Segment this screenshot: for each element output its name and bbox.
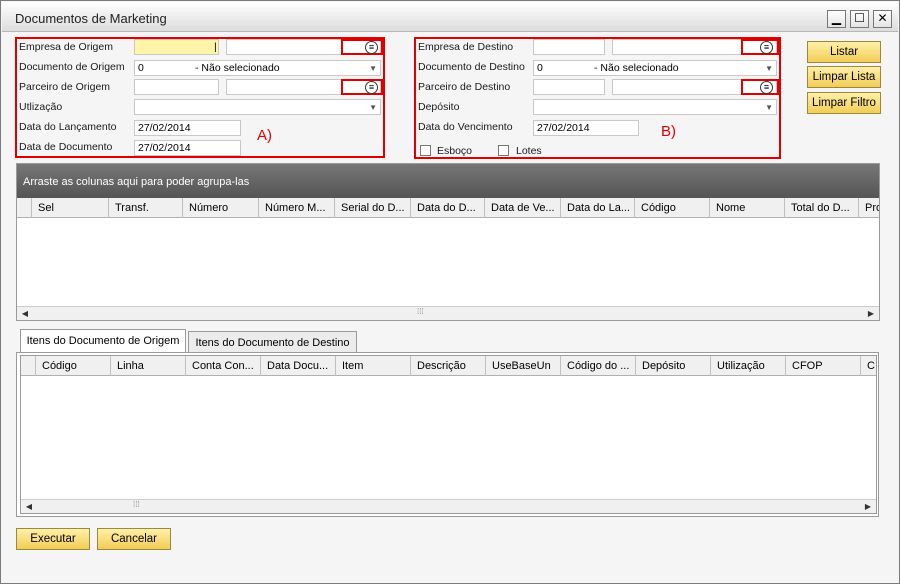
column-header[interactable]: Depósito — [636, 356, 711, 376]
limpar-filtro-button[interactable]: Limpar Filtro — [807, 92, 881, 114]
row-selector-header — [21, 356, 36, 376]
group-by-area[interactable]: Arraste as colunas aqui para poder agrup… — [17, 164, 879, 198]
column-header[interactable]: Data de Ve... — [485, 198, 561, 218]
column-header[interactable]: Total do D... — [785, 198, 859, 218]
section-b-marker: B) — [661, 123, 676, 140]
documento-origem-label: Documento de Origem — [19, 61, 125, 73]
esboco-checkbox[interactable] — [420, 145, 431, 156]
esboco-label: Esboço — [437, 145, 473, 157]
column-header[interactable]: Transf. — [109, 198, 183, 218]
minimize-button[interactable]: ▁ — [827, 10, 846, 28]
scroll-grip-icon[interactable]: ⁞⁞⁞ — [417, 307, 424, 316]
chevron-down-icon: ▼ — [369, 64, 377, 73]
parceiro-origem-label: Parceiro de Origem — [19, 81, 111, 93]
main-window: Documentos de Marketing ▁ ☐ ✕ Empresa de… — [0, 0, 900, 584]
column-header[interactable]: Pro — [859, 198, 879, 218]
executar-button[interactable]: Executar — [16, 528, 90, 550]
window-title: Documentos de Marketing — [15, 11, 167, 26]
lotes-checkbox[interactable] — [498, 145, 509, 156]
horizontal-scrollbar[interactable]: ◀ ⁞⁞⁞ ▶ — [17, 306, 879, 320]
cancelar-button[interactable]: Cancelar — [97, 528, 171, 550]
column-header[interactable]: Data Docu... — [261, 356, 336, 376]
parceiro-destino-label: Parceiro de Destino — [418, 81, 511, 93]
column-header[interactable]: Utilização — [711, 356, 786, 376]
column-header[interactable]: C: — [861, 356, 876, 376]
chevron-down-icon: ▼ — [369, 103, 377, 112]
grid-header: Sel Transf. Número Número M... Serial do… — [17, 198, 879, 218]
chevron-down-icon: ▼ — [765, 64, 773, 73]
column-header[interactable]: Item — [336, 356, 411, 376]
grid-header: Código Linha Conta Con... Data Docu... I… — [21, 356, 876, 376]
list-picker-icon[interactable]: ≡ — [760, 41, 773, 54]
column-header[interactable]: CFOP — [786, 356, 861, 376]
column-header[interactable]: Código — [36, 356, 111, 376]
horizontal-scrollbar[interactable]: ◀ ⁞⁞⁞ ▶ — [21, 499, 876, 513]
list-picker-icon[interactable]: ≡ — [365, 81, 378, 94]
close-button[interactable]: ✕ — [873, 10, 892, 28]
column-header[interactable]: UseBaseUn — [486, 356, 561, 376]
list-picker-icon[interactable]: ≡ — [365, 41, 378, 54]
scroll-right-icon: ▶ — [867, 309, 875, 318]
data-vencimento-input[interactable]: 27/02/2014 — [533, 120, 639, 136]
data-vencimento-label: Data do Vencimento — [418, 121, 513, 133]
parceiro-destino-input[interactable] — [533, 79, 605, 95]
column-header[interactable]: Número — [183, 198, 259, 218]
column-header[interactable]: Linha — [111, 356, 186, 376]
empresa-destino-input[interactable] — [533, 39, 605, 55]
data-documento-label: Data de Documento — [19, 141, 113, 153]
column-header[interactable]: Serial do D... — [335, 198, 411, 218]
documento-destino-select[interactable]: 0- Não selecionado ▼ — [533, 60, 777, 76]
empresa-destino-label: Empresa de Destino — [418, 41, 514, 53]
documents-grid[interactable]: Arraste as colunas aqui para poder agrup… — [16, 163, 880, 321]
listar-button[interactable]: Listar — [807, 41, 881, 63]
column-header[interactable]: Conta Con... — [186, 356, 261, 376]
column-header[interactable]: Nome — [710, 198, 785, 218]
scroll-right-icon: ▶ — [864, 502, 872, 511]
empresa-origem-label: Empresa de Origem — [19, 41, 113, 53]
scroll-left-icon: ◀ — [25, 502, 33, 511]
maximize-button[interactable]: ☐ — [850, 10, 869, 28]
tab-itens-origem[interactable]: Itens do Documento de Origem — [20, 329, 186, 353]
column-header[interactable]: Descrição — [411, 356, 486, 376]
deposito-label: Depósito — [418, 101, 460, 113]
column-header[interactable]: Data do D... — [411, 198, 485, 218]
data-lancamento-label: Data do Lançamento — [19, 121, 117, 133]
column-header[interactable]: Data do La... — [561, 198, 635, 218]
row-selector-header — [17, 198, 32, 218]
list-picker-icon[interactable]: ≡ — [760, 81, 773, 94]
empresa-origem-input[interactable]: | — [134, 39, 219, 55]
column-header[interactable]: Código do ... — [561, 356, 636, 376]
group-by-hint: Arraste as colunas aqui para poder agrup… — [23, 176, 250, 188]
lotes-label: Lotes — [516, 145, 542, 157]
deposito-select[interactable]: ▼ — [533, 99, 777, 115]
section-a-marker: A) — [257, 127, 272, 144]
documento-origem-select[interactable]: 0- Não selecionado ▼ — [134, 60, 381, 76]
scroll-grip-icon[interactable]: ⁞⁞⁞ — [133, 500, 140, 509]
title-bar[interactable]: Documentos de Marketing ▁ ☐ ✕ — [2, 2, 898, 32]
utilizacao-select[interactable]: ▼ — [134, 99, 381, 115]
scroll-left-icon: ◀ — [21, 309, 29, 318]
parceiro-origem-input[interactable] — [134, 79, 219, 95]
items-grid[interactable]: Código Linha Conta Con... Data Docu... I… — [20, 355, 877, 514]
documento-destino-label: Documento de Destino — [418, 61, 525, 73]
chevron-down-icon: ▼ — [765, 103, 773, 112]
column-header[interactable]: Sel — [32, 198, 109, 218]
tab-itens-destino[interactable]: Itens do Documento de Destino — [188, 331, 357, 353]
data-documento-input[interactable]: 27/02/2014 — [134, 140, 241, 156]
section-b-highlight — [414, 37, 781, 159]
data-lancamento-input[interactable]: 27/02/2014 — [134, 120, 241, 136]
limpar-lista-button[interactable]: Limpar Lista — [807, 66, 881, 88]
column-header[interactable]: Código — [635, 198, 710, 218]
column-header[interactable]: Número M... — [259, 198, 335, 218]
utilizacao-label: Utlização — [19, 101, 63, 113]
